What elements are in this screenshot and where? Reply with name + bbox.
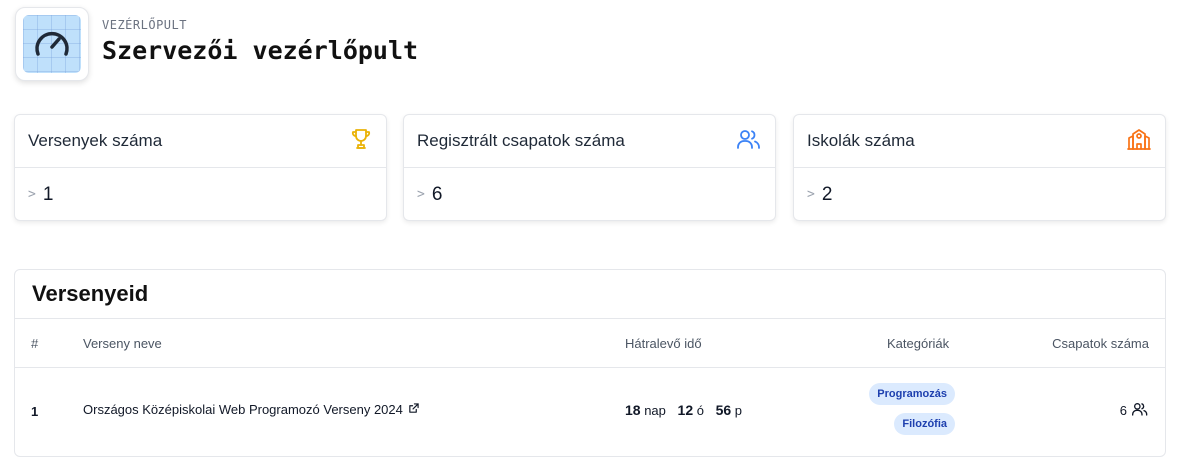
category-badge: Filozófia (894, 413, 955, 435)
page-title: Szervezői vezérlőpult (102, 36, 419, 65)
column-header-teams: Csapatok száma (1052, 336, 1149, 351)
external-link-icon[interactable] (408, 402, 419, 417)
countdown-minutes-unit: p (734, 403, 743, 418)
stat-prefix: > (417, 187, 425, 202)
stat-value: 1 (42, 183, 54, 205)
column-header-categories: Kategóriák (887, 336, 950, 351)
stat-card-teams: Regisztrált csapatok száma > 6 (403, 114, 776, 221)
team-count: 6 (1120, 401, 1149, 420)
countdown-minutes: 56 (715, 402, 732, 418)
column-header-index: # (31, 336, 39, 351)
table-header: # Verseny neve Hátralevő idő Kategóriák … (15, 319, 1165, 368)
stat-label: Versenyek száma (28, 131, 163, 150)
countdown: 18 nap 12 ó 56 p (625, 402, 750, 418)
stat-card-schools: Iskolák száma > 2 (793, 114, 1166, 221)
competition-link[interactable]: Országos Középiskolai Web Programozó Ver… (83, 402, 419, 417)
trophy-icon (349, 127, 373, 156)
users-icon (1131, 401, 1149, 420)
stat-card-competitions: Versenyek száma > 1 (14, 114, 387, 221)
category-list: Programozás Filozófia (869, 383, 955, 435)
stat-prefix: > (28, 187, 36, 202)
column-header-remaining: Hátralevő idő (625, 336, 702, 351)
stat-prefix: > (807, 187, 815, 202)
stat-label: Regisztrált csapatok száma (417, 131, 625, 150)
countdown-hours: 12 (677, 402, 694, 418)
column-header-name: Verseny neve (83, 336, 162, 351)
users-icon (736, 127, 762, 156)
countdown-days-unit: nap (644, 403, 666, 418)
countdown-days: 18 (625, 402, 641, 418)
countdown-hours-unit: ó (696, 403, 704, 418)
school-icon (1126, 126, 1152, 157)
stat-label: Iskolák száma (807, 131, 915, 150)
table-row[interactable]: 1 Országos Középiskolai Web Programozó V… (15, 368, 1165, 456)
competitions-panel: Versenyeid # Verseny neve Hátralevő idő … (14, 269, 1166, 457)
row-index: 1 (31, 404, 39, 419)
category-badge: Programozás (869, 383, 955, 405)
page-header: VEZÉRLŐPULT Szervezői vezérlőpult (15, 7, 418, 81)
stat-value: 6 (431, 183, 443, 205)
competition-name[interactable]: Országos Középiskolai Web Programozó Ver… (83, 402, 403, 417)
speedometer-icon (23, 15, 81, 73)
dashboard-logo (15, 7, 89, 81)
panel-title: Versenyeid (15, 270, 1165, 319)
page-eyebrow: VEZÉRLŐPULT (102, 18, 187, 32)
team-count-value: 6 (1119, 403, 1127, 418)
stat-value: 2 (821, 183, 833, 205)
